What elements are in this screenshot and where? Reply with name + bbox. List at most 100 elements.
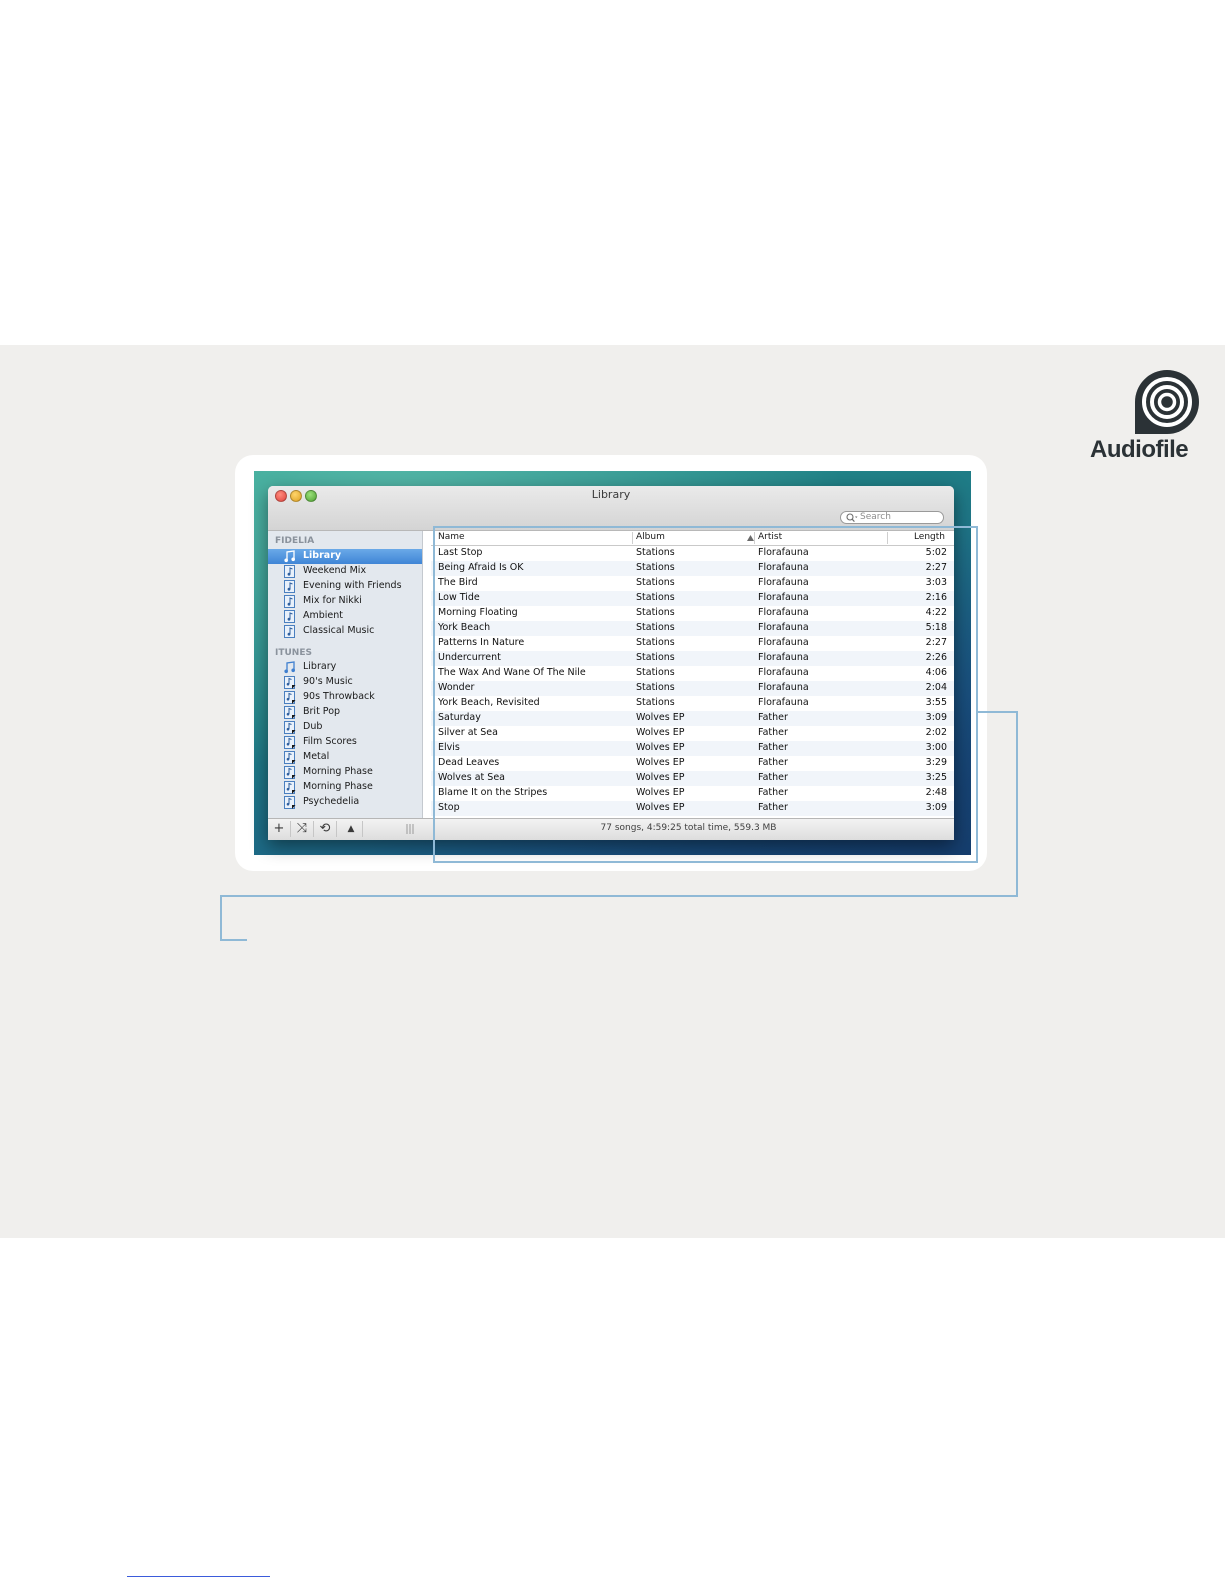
table-row[interactable]: Wonder Stations Florafauna 2:04 bbox=[431, 681, 954, 696]
cell-album: Stations bbox=[636, 562, 675, 573]
cell-album: Stations bbox=[636, 547, 675, 558]
sidebar-item-dub[interactable]: Dub bbox=[268, 720, 422, 735]
eject-button[interactable]: ▲ bbox=[340, 821, 363, 837]
sidebar-item-evening-with-friends[interactable]: Evening with Friends bbox=[268, 579, 422, 594]
sidebar-item-label: Weekend Mix bbox=[303, 565, 367, 576]
itunes-playlist-icon bbox=[284, 796, 296, 809]
sidebar-resize-handle-icon[interactable] bbox=[406, 823, 414, 835]
cell-artist: Florafauna bbox=[758, 637, 809, 648]
playlist-icon bbox=[284, 565, 295, 578]
sort-ascending-icon bbox=[747, 535, 754, 541]
cell-album: Stations bbox=[636, 622, 675, 633]
table-row[interactable]: Silver at Sea Wolves EP Father 2:02 bbox=[431, 726, 954, 741]
table-row[interactable]: Saturday Wolves EP Father 3:09 bbox=[431, 711, 954, 726]
table-row[interactable]: Stop Wolves EP Father 3:09 bbox=[431, 801, 954, 816]
table-row[interactable]: Low Tide Stations Florafauna 2:16 bbox=[431, 591, 954, 606]
sidebar-item-label: Metal bbox=[303, 751, 330, 762]
cell-artist: Florafauna bbox=[758, 667, 809, 678]
cell-name: Elvis bbox=[438, 742, 460, 753]
sidebar-item-90s-throwback[interactable]: 90s Throwback bbox=[268, 690, 422, 705]
sidebar-item-psychedelia[interactable]: Psychedelia bbox=[268, 795, 422, 810]
table-row[interactable]: Morning Floating Stations Florafauna 4:2… bbox=[431, 606, 954, 621]
add-button[interactable]: + bbox=[268, 821, 291, 837]
cell-album: Stations bbox=[636, 682, 675, 693]
table-row[interactable]: Elvis Wolves EP Father 3:00 bbox=[431, 741, 954, 756]
sidebar-item-metal[interactable]: Metal bbox=[268, 750, 422, 765]
sidebar-item-film-scores[interactable]: Film Scores bbox=[268, 735, 422, 750]
song-table: Last Stop Stations Florafauna 5:02 Being… bbox=[431, 546, 954, 818]
cell-length: 2:02 bbox=[925, 727, 947, 738]
sidebar-item-morning-phase-2[interactable]: Morning Phase bbox=[268, 780, 422, 795]
playlist-icon bbox=[284, 595, 295, 608]
sidebar-item-label: Morning Phase bbox=[303, 766, 373, 777]
search-placeholder: Search bbox=[860, 512, 891, 522]
itunes-playlist-icon bbox=[284, 751, 296, 764]
column-header-length[interactable]: Length bbox=[887, 532, 949, 544]
cell-name: Patterns In Nature bbox=[438, 637, 525, 648]
title-bar[interactable]: Library Search bbox=[268, 486, 954, 531]
sidebar-item-label: Brit Pop bbox=[303, 706, 341, 717]
cell-album: Wolves EP bbox=[636, 727, 685, 738]
repeat-button[interactable]: ⟲ bbox=[314, 821, 337, 837]
table-row[interactable]: Being Afraid Is OK Stations Florafauna 2… bbox=[431, 561, 954, 576]
cell-length: 3:09 bbox=[925, 802, 947, 813]
cell-album: Stations bbox=[636, 697, 675, 708]
column-header-name[interactable]: Name bbox=[438, 532, 628, 544]
cell-length: 4:06 bbox=[925, 667, 947, 678]
sidebar-section-fidelia: FIDELIA bbox=[275, 536, 315, 546]
table-row[interactable]: Blame It on the Stripes Wolves EP Father… bbox=[431, 786, 954, 801]
cell-name: Low Tide bbox=[438, 592, 480, 603]
cell-album: Stations bbox=[636, 607, 675, 618]
playlist-icon bbox=[284, 580, 295, 593]
cell-name: The Wax And Wane Of The Nile bbox=[438, 667, 586, 678]
cell-length: 2:16 bbox=[925, 592, 947, 603]
table-row[interactable]: York Beach Stations Florafauna 5:18 bbox=[431, 621, 954, 636]
search-input[interactable]: Search bbox=[840, 511, 944, 524]
sidebar-item-label: Evening with Friends bbox=[303, 580, 402, 591]
column-header-album[interactable]: Album bbox=[632, 532, 756, 544]
sidebar-item-weekend-mix[interactable]: Weekend Mix bbox=[268, 564, 422, 579]
sidebar-item-morning-phase[interactable]: Morning Phase bbox=[268, 765, 422, 780]
itunes-playlist-icon bbox=[284, 706, 296, 719]
concentric-rings-logo-icon bbox=[1135, 370, 1199, 434]
sidebar-item-label: Morning Phase bbox=[303, 781, 373, 792]
cell-length: 2:04 bbox=[925, 682, 947, 693]
table-row[interactable]: Dead Leaves Wolves EP Father 3:29 bbox=[431, 756, 954, 771]
sidebar-item-label: 90's Music bbox=[303, 676, 353, 687]
playlist-icon bbox=[284, 625, 295, 638]
cell-length: 3:29 bbox=[925, 757, 947, 768]
sidebar-item-label: 90s Throwback bbox=[303, 691, 375, 702]
cell-name: Last Stop bbox=[438, 547, 483, 558]
cell-length: 3:09 bbox=[925, 712, 947, 723]
sidebar-item-brit-pop[interactable]: Brit Pop bbox=[268, 705, 422, 720]
sidebar-item-label: Psychedelia bbox=[303, 796, 360, 807]
table-row[interactable]: Undercurrent Stations Florafauna 2:26 bbox=[431, 651, 954, 666]
sidebar-item-itunes-library[interactable]: Library bbox=[268, 660, 422, 675]
column-header-artist[interactable]: Artist bbox=[754, 532, 888, 544]
cell-artist: Father bbox=[758, 757, 788, 768]
sidebar-item-mix-for-nikki[interactable]: Mix for Nikki bbox=[268, 594, 422, 609]
library-note-icon bbox=[284, 661, 295, 674]
cell-length: 3:00 bbox=[925, 742, 947, 753]
cell-name: Blame It on the Stripes bbox=[438, 787, 548, 798]
itunes-playlist-icon bbox=[284, 676, 296, 689]
sidebar-item-label: Ambient bbox=[303, 610, 344, 621]
table-row[interactable]: The Bird Stations Florafauna 3:03 bbox=[431, 576, 954, 591]
sidebar-section-itunes: ITUNES bbox=[275, 648, 312, 658]
sidebar-item-classical-music[interactable]: Classical Music bbox=[268, 624, 422, 639]
cell-length: 3:55 bbox=[925, 697, 947, 708]
table-row[interactable]: York Beach, Revisited Stations Florafaun… bbox=[431, 696, 954, 711]
sidebar-item-fidelia-library[interactable]: Library bbox=[268, 549, 422, 564]
cell-artist: Father bbox=[758, 802, 788, 813]
cell-album: Wolves EP bbox=[636, 802, 685, 813]
table-row[interactable]: Patterns In Nature Stations Florafauna 2… bbox=[431, 636, 954, 651]
itunes-playlist-icon bbox=[284, 781, 296, 794]
table-row[interactable]: Last Stop Stations Florafauna 5:02 bbox=[431, 546, 954, 561]
shuffle-button[interactable]: ⤨ bbox=[291, 821, 314, 837]
table-row[interactable]: The Wax And Wane Of The Nile Stations Fl… bbox=[431, 666, 954, 681]
cell-length: 2:26 bbox=[925, 652, 947, 663]
sidebar-item-ambient[interactable]: Ambient bbox=[268, 609, 422, 624]
table-row[interactable]: Wolves at Sea Wolves EP Father 3:25 bbox=[431, 771, 954, 786]
sidebar-item-label: Film Scores bbox=[303, 736, 357, 747]
sidebar-item-90s-music[interactable]: 90's Music bbox=[268, 675, 422, 690]
